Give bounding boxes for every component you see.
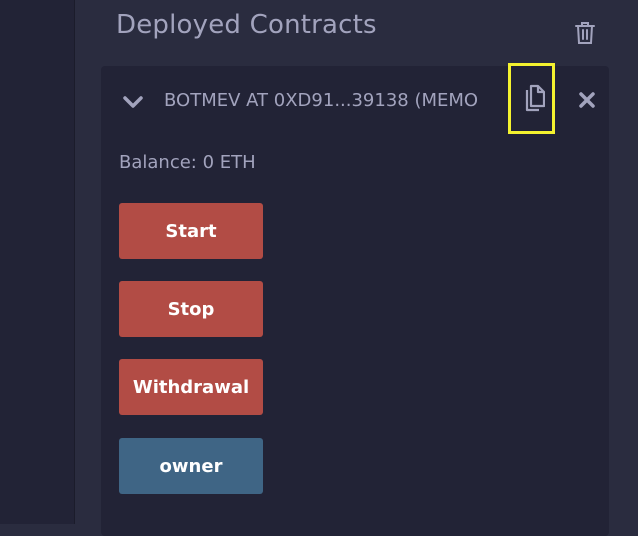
owner-button[interactable]: owner (119, 438, 263, 494)
trash-icon[interactable] (572, 20, 598, 46)
copy-icon[interactable] (508, 63, 555, 134)
withdrawal-button[interactable]: Withdrawal (119, 359, 263, 415)
stop-button[interactable]: Stop (119, 281, 263, 337)
panel-title: Deployed Contracts (116, 10, 377, 40)
deployed-contract-card: BOTMEV AT 0XD91...39138 (MEMO Balance: 0… (101, 63, 609, 536)
close-icon[interactable] (575, 88, 599, 112)
contract-header: BOTMEV AT 0XD91...39138 (MEMO (101, 63, 609, 136)
left-rail (0, 0, 75, 524)
start-button[interactable]: Start (119, 203, 263, 259)
contract-address-label: BOTMEV AT 0XD91...39138 (MEMO (164, 90, 479, 111)
chevron-down-icon[interactable] (121, 90, 145, 114)
balance-text: Balance: 0 ETH (119, 152, 256, 173)
